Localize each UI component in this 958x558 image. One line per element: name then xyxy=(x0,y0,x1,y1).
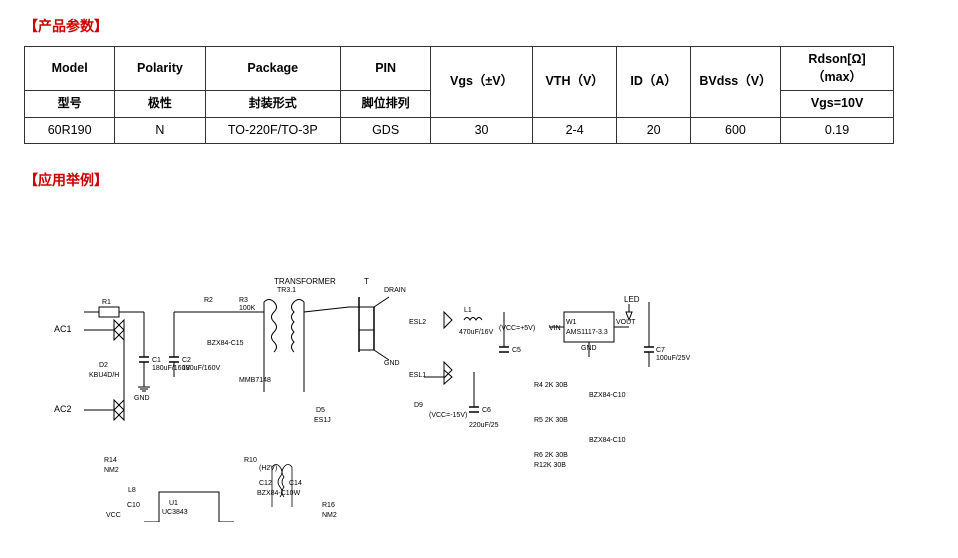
cell-rdson: 0.19 xyxy=(781,117,894,144)
circuit-diagram-area: AC1 AC2 D2 KBU4D/H C1 180uF/160V C2 xyxy=(24,212,894,542)
col-rdson-vgs: Vgs=10V xyxy=(781,91,894,118)
svg-text:C12: C12 xyxy=(259,480,272,487)
col-bvdss: BVdss（V） xyxy=(690,47,780,118)
svg-text:UC3843: UC3843 xyxy=(162,509,188,516)
cell-pin: GDS xyxy=(340,117,430,144)
svg-text:TR3.1: TR3.1 xyxy=(277,287,296,294)
svg-text:(H2V): (H2V) xyxy=(259,465,277,472)
col-id: ID（A） xyxy=(617,47,690,118)
svg-text:100K: 100K xyxy=(239,305,256,312)
cell-bvdss: 600 xyxy=(690,117,780,144)
col-model-en: Model xyxy=(25,47,115,91)
svg-text:R16: R16 xyxy=(322,502,335,509)
svg-text:R12K 30B: R12K 30B xyxy=(534,462,566,469)
svg-text:TRANSFORMER: TRANSFORMER xyxy=(274,277,336,286)
svg-text:KBU4D/H: KBU4D/H xyxy=(89,372,119,379)
svg-text:180uF/160V: 180uF/160V xyxy=(182,365,220,372)
col-rdson-label: Rdson[Ω]（max） xyxy=(781,47,894,91)
cell-id: 20 xyxy=(617,117,690,144)
svg-text:R14: R14 xyxy=(104,457,117,464)
cell-model: 60R190 xyxy=(25,117,115,144)
svg-text:LED: LED xyxy=(624,295,640,304)
svg-text:NM2: NM2 xyxy=(322,512,337,519)
cell-vgs: 30 xyxy=(431,117,533,144)
svg-text:470uF/16V: 470uF/16V xyxy=(459,329,494,336)
svg-text:(VCC=+5V): (VCC=+5V) xyxy=(499,325,535,332)
svg-text:D5: D5 xyxy=(316,407,325,414)
circuit-diagram-svg: AC1 AC2 D2 KBU4D/H C1 180uF/160V C2 xyxy=(44,212,744,522)
col-polarity-zh: 极性 xyxy=(115,91,205,118)
svg-text:C14: C14 xyxy=(289,480,302,487)
svg-text:VIN: VIN xyxy=(549,325,561,332)
cell-vth: 2-4 xyxy=(532,117,617,144)
svg-text:DRAIN: DRAIN xyxy=(384,287,406,294)
svg-text:100uF/25V: 100uF/25V xyxy=(656,355,691,362)
svg-text:VCC: VCC xyxy=(106,512,121,519)
svg-text:BZX84-C10: BZX84-C10 xyxy=(589,437,626,444)
svg-text:T: T xyxy=(364,277,369,286)
svg-text:C6: C6 xyxy=(482,407,491,414)
svg-text:GND: GND xyxy=(384,360,400,367)
svg-text:NM2: NM2 xyxy=(104,467,119,474)
svg-text:220uF/25: 220uF/25 xyxy=(469,422,499,429)
product-params-section: 【产品参数】 Model Polarity Package PIN Vgs（±V… xyxy=(24,16,934,144)
svg-text:BZX84-C15: BZX84-C15 xyxy=(207,340,244,347)
col-vth: VTH（V） xyxy=(532,47,617,118)
svg-text:BZX84-C10: BZX84-C10 xyxy=(589,392,626,399)
table-header-en: Model Polarity Package PIN Vgs（±V） VTH（V… xyxy=(25,47,894,91)
svg-text:GND: GND xyxy=(134,395,150,402)
cell-polarity: N xyxy=(115,117,205,144)
col-pin-zh: 脚位排列 xyxy=(340,91,430,118)
product-params-title: 【产品参数】 xyxy=(24,16,108,36)
svg-text:L8: L8 xyxy=(128,487,136,494)
svg-text:R5 2K 30B: R5 2K 30B xyxy=(534,417,568,424)
svg-text:C7: C7 xyxy=(656,347,665,354)
svg-text:W1: W1 xyxy=(566,319,577,326)
svg-text:U1: U1 xyxy=(169,500,178,507)
svg-text:ESL2: ESL2 xyxy=(409,319,426,326)
svg-text:ES1J: ES1J xyxy=(314,417,331,424)
app-example-section: 【应用举例】 AC1 AC2 D2 KBU4D/H C1 1 xyxy=(24,162,934,542)
svg-text:AC2: AC2 xyxy=(54,404,72,414)
svg-text:R1: R1 xyxy=(102,299,111,306)
app-example-title: 【应用举例】 xyxy=(24,170,108,190)
svg-text:C10: C10 xyxy=(127,502,140,509)
svg-text:R4 2K 30B: R4 2K 30B xyxy=(534,382,568,389)
col-pin-en: PIN xyxy=(340,47,430,91)
svg-text:BZX84-C10W: BZX84-C10W xyxy=(257,490,301,497)
svg-text:R2: R2 xyxy=(204,297,213,304)
svg-text:R6 2K 30B: R6 2K 30B xyxy=(534,452,568,459)
svg-text:AC1: AC1 xyxy=(54,324,72,334)
svg-text:MMB7148: MMB7148 xyxy=(239,377,271,384)
col-package-en: Package xyxy=(205,47,340,91)
col-model-zh: 型号 xyxy=(25,91,115,118)
svg-text:D2: D2 xyxy=(99,362,108,369)
svg-text:C1: C1 xyxy=(152,357,161,364)
col-package-zh: 封装形式 xyxy=(205,91,340,118)
svg-text:R10: R10 xyxy=(244,457,257,464)
svg-text:VOUT: VOUT xyxy=(616,319,636,326)
product-params-table: Model Polarity Package PIN Vgs（±V） VTH（V… xyxy=(24,46,894,144)
svg-text:C2: C2 xyxy=(182,357,191,364)
svg-text:AMS1117-3.3: AMS1117-3.3 xyxy=(566,329,608,336)
cell-package: TO-220F/TO-3P xyxy=(205,117,340,144)
svg-text:R3: R3 xyxy=(239,297,248,304)
svg-text:(VCC=-15V): (VCC=-15V) xyxy=(429,412,467,419)
svg-text:L1: L1 xyxy=(464,307,472,314)
table-row: 60R190 N TO-220F/TO-3P GDS 30 2-4 20 600… xyxy=(25,117,894,144)
svg-text:C5: C5 xyxy=(512,347,521,354)
svg-text:ESL1: ESL1 xyxy=(409,372,426,379)
col-vgs: Vgs（±V） xyxy=(431,47,533,118)
svg-text:D9: D9 xyxy=(414,402,423,409)
col-polarity-en: Polarity xyxy=(115,47,205,91)
